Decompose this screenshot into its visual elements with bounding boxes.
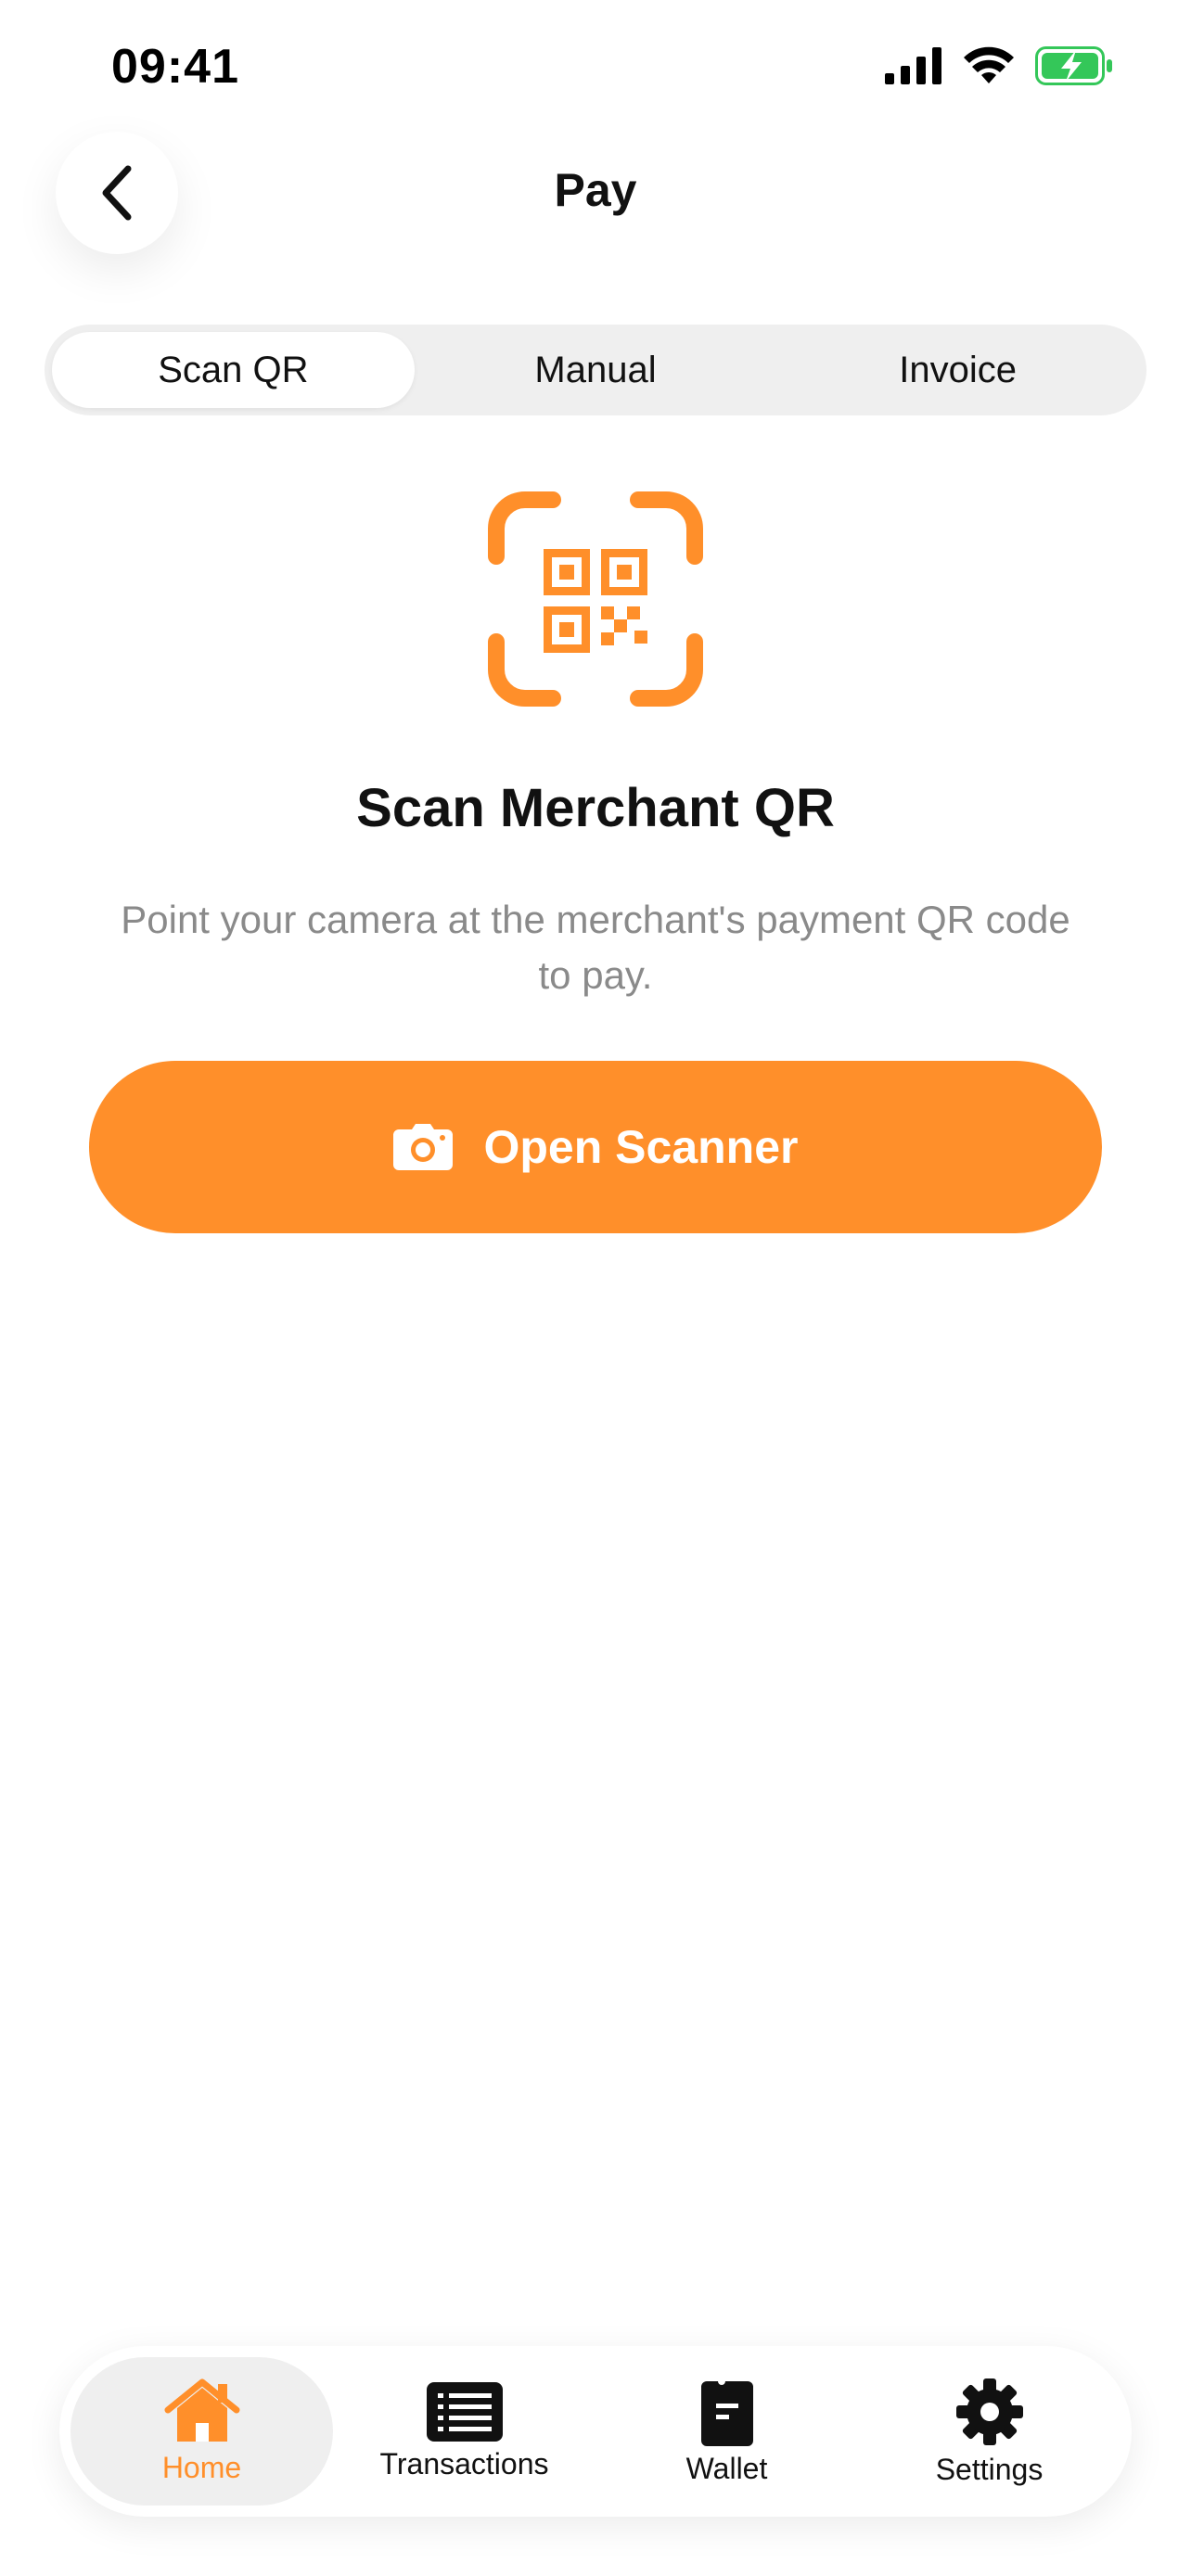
tab-manual-label: Manual (534, 349, 657, 390)
tab-scan-qr-label: Scan QR (158, 349, 309, 390)
tab-manual[interactable]: Manual (415, 332, 777, 408)
status-icons (885, 46, 1113, 85)
tab-bar-label-transactions: Transactions (379, 2446, 549, 2480)
tab-bar-item-settings[interactable]: Settings (858, 2357, 1121, 2506)
status-time: 09:41 (111, 40, 239, 94)
open-scanner-label: Open Scanner (483, 1121, 799, 1173)
battery-icon (1035, 46, 1112, 85)
signal-icon (885, 47, 941, 84)
home-icon (164, 2378, 239, 2442)
status-bar: 09:41 (0, 0, 1191, 139)
tab-invoice-label: Invoice (899, 349, 1018, 390)
qr-code-icon (488, 491, 703, 707)
tab-bar-label-settings: Settings (935, 2452, 1044, 2486)
wallet-icon (700, 2380, 753, 2446)
tab-invoice[interactable]: Invoice (776, 332, 1139, 408)
scan-description: Point your camera at the merchant's paym… (121, 898, 1070, 997)
page-title: Pay (554, 164, 637, 216)
list-icon (426, 2381, 503, 2442)
tab-bar-item-transactions[interactable]: Transactions (333, 2357, 596, 2506)
open-scanner-button[interactable]: Open Scanner (89, 1061, 1102, 1233)
payment-method-segmented-control: Scan QR Manual Invoice (45, 325, 1146, 415)
tab-scan-qr[interactable]: Scan QR (52, 332, 415, 408)
gear-icon (955, 2378, 1023, 2445)
tab-bar-item-home[interactable]: Home (70, 2357, 333, 2506)
camera-icon (392, 1124, 453, 1170)
scan-title: Scan Merchant QR (356, 778, 835, 838)
wifi-icon (964, 46, 1014, 83)
tab-bar-label-wallet: Wallet (685, 2451, 768, 2485)
bottom-tab-bar: Home Transactions Wallet Settings (59, 2346, 1132, 2517)
tab-bar-label-home: Home (161, 2450, 242, 2484)
tab-bar-item-wallet[interactable]: Wallet (596, 2357, 858, 2506)
